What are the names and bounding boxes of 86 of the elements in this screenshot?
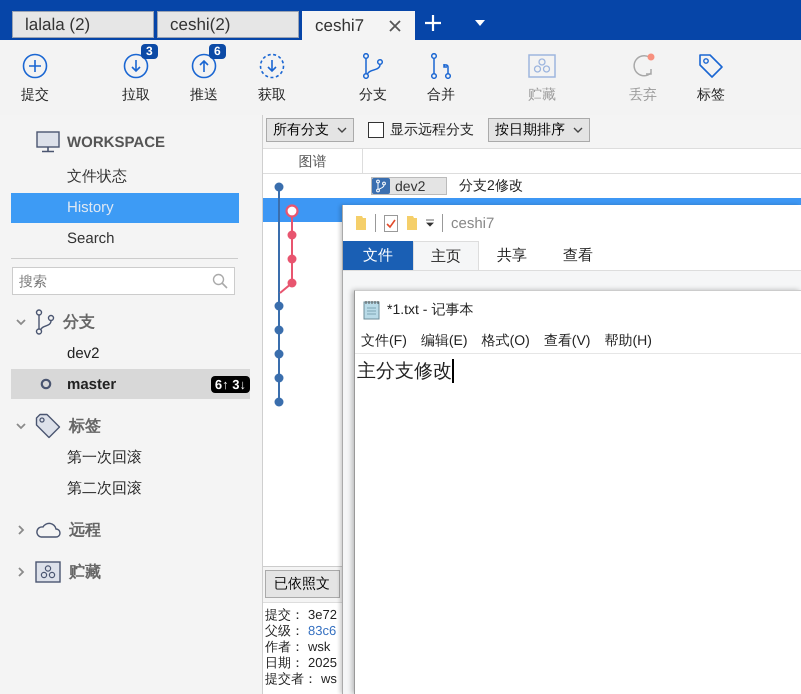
toolbar-button[interactable]: 提交 (1, 43, 69, 104)
download-icon (259, 53, 285, 79)
current-branch-icon (40, 378, 52, 390)
section-heading[interactable]: 分支 (63, 312, 95, 332)
add-tab-icon[interactable] (424, 14, 442, 32)
field-value: ws (321, 670, 337, 687)
checkbox-label: 显示远程分支 (390, 121, 474, 139)
cloud-icon (35, 521, 61, 539)
dropdown-icon[interactable] (426, 219, 434, 227)
sidebar-item-label: master (67, 376, 116, 392)
toolbar-button[interactable]: 分支 (339, 43, 407, 104)
sidebar-item-label: 第一次回滚 (67, 448, 142, 466)
text-cursor (452, 359, 454, 383)
toolbar-button[interactable]: 6 推送 (170, 43, 238, 104)
field-value: 2025 (308, 654, 337, 671)
toolbar-button[interactable]: 标签 (677, 43, 745, 104)
close-icon[interactable] (388, 18, 402, 32)
toolbar-button[interactable]: 获取 (238, 43, 306, 104)
field-value: wsk (308, 638, 330, 655)
toolbar-button[interactable]: 3 拉取 (102, 43, 170, 104)
workspace-heading: WORKSPACE (67, 134, 166, 150)
menu-item[interactable]: 帮助(H) (604, 332, 652, 350)
sidebar-item[interactable]: Search (11, 224, 239, 254)
sidebar-item[interactable]: dev2 (11, 338, 250, 368)
branch-icon (361, 53, 385, 79)
menu-item[interactable]: 编辑(E) (420, 332, 468, 350)
sidebar-item-label: 第二次回滚 (67, 478, 142, 498)
parent-link[interactable]: 83c6 (308, 622, 336, 639)
commit-message: 分支2修改 (459, 177, 523, 195)
file-view-button[interactable]: 已依照文 (265, 570, 340, 598)
repo-tab[interactable]: ceshi(2) (157, 11, 299, 38)
search-field[interactable]: 搜索 (12, 267, 235, 295)
ahead-behind-badge: 6↑ 3↓ (210, 376, 250, 392)
search-icon (212, 273, 228, 289)
repo-tab[interactable]: ceshi7 (302, 11, 415, 40)
branch-label: dev2 (371, 177, 447, 195)
sidebar-item[interactable]: 第二次回滚 (11, 473, 250, 503)
section-heading[interactable]: 标签 (69, 416, 101, 436)
commit-row[interactable]: dev2 分支2修改 (263, 174, 801, 198)
sort-dropdown[interactable]: 按日期排序 (488, 118, 590, 142)
window-title: *1.txt - 记事本 (387, 301, 474, 319)
ribbon-tab[interactable]: 文件 (343, 241, 413, 270)
section-heading[interactable]: 远程 (69, 520, 101, 540)
folder-icon (355, 215, 367, 231)
sidebar-item[interactable]: 第一次回滚 (11, 442, 250, 472)
field-label: 提交者： (265, 670, 317, 687)
count-badge: 3 (141, 44, 158, 59)
merge-icon (429, 53, 453, 79)
field-label: 提交： (265, 606, 304, 623)
properties-icon (384, 214, 398, 232)
branch-filter-dropdown[interactable]: 所有分支 (266, 118, 354, 142)
monitor-icon (36, 131, 60, 153)
sidebar-item[interactable]: 文件状态 (11, 162, 239, 192)
field-value: 3e72 (308, 606, 337, 623)
show-remote-checkbox[interactable]: 显示远程分支 (368, 121, 474, 139)
plus-circle-icon (22, 53, 48, 79)
sidebar-item[interactable]: master 6↑ 3↓ (11, 369, 250, 399)
ribbon-tab[interactable]: 主页 (413, 241, 479, 270)
field-label: 父级： (265, 622, 304, 639)
field-label: 日期： (265, 654, 304, 671)
branch-icon (35, 309, 55, 335)
notepad-icon (363, 300, 381, 320)
menu-item[interactable]: 文件(F) (361, 332, 407, 350)
menu-item[interactable]: 格式(O) (482, 332, 530, 350)
menu-item[interactable]: 查看(V) (544, 332, 590, 350)
ribbon-tab[interactable]: 共享 (479, 241, 545, 270)
document-text: 主分支修改 (357, 360, 452, 384)
count-badge: 6 (209, 44, 226, 59)
toolbar-button[interactable]: 合并 (407, 43, 475, 104)
folder-icon (406, 215, 418, 231)
stash-box-icon (528, 54, 556, 78)
field-label: 作者： (265, 638, 304, 655)
ribbon-tab[interactable]: 查看 (545, 241, 611, 270)
branch-icon (372, 178, 390, 194)
column-header[interactable]: 图谱 (263, 149, 363, 173)
tag-icon (35, 413, 61, 439)
stash-box-icon (35, 561, 61, 583)
repo-tab[interactable]: lalala (2) (12, 11, 154, 38)
window-title: ceshi7 (451, 214, 494, 232)
dropdown-icon[interactable] (475, 20, 485, 26)
checkbox[interactable] (368, 122, 384, 138)
caret-icon (337, 127, 347, 133)
sidebar-item-label: dev2 (67, 344, 100, 362)
section-heading[interactable]: 贮藏 (69, 562, 101, 582)
tag-icon (698, 53, 724, 79)
caret-icon (573, 127, 583, 133)
